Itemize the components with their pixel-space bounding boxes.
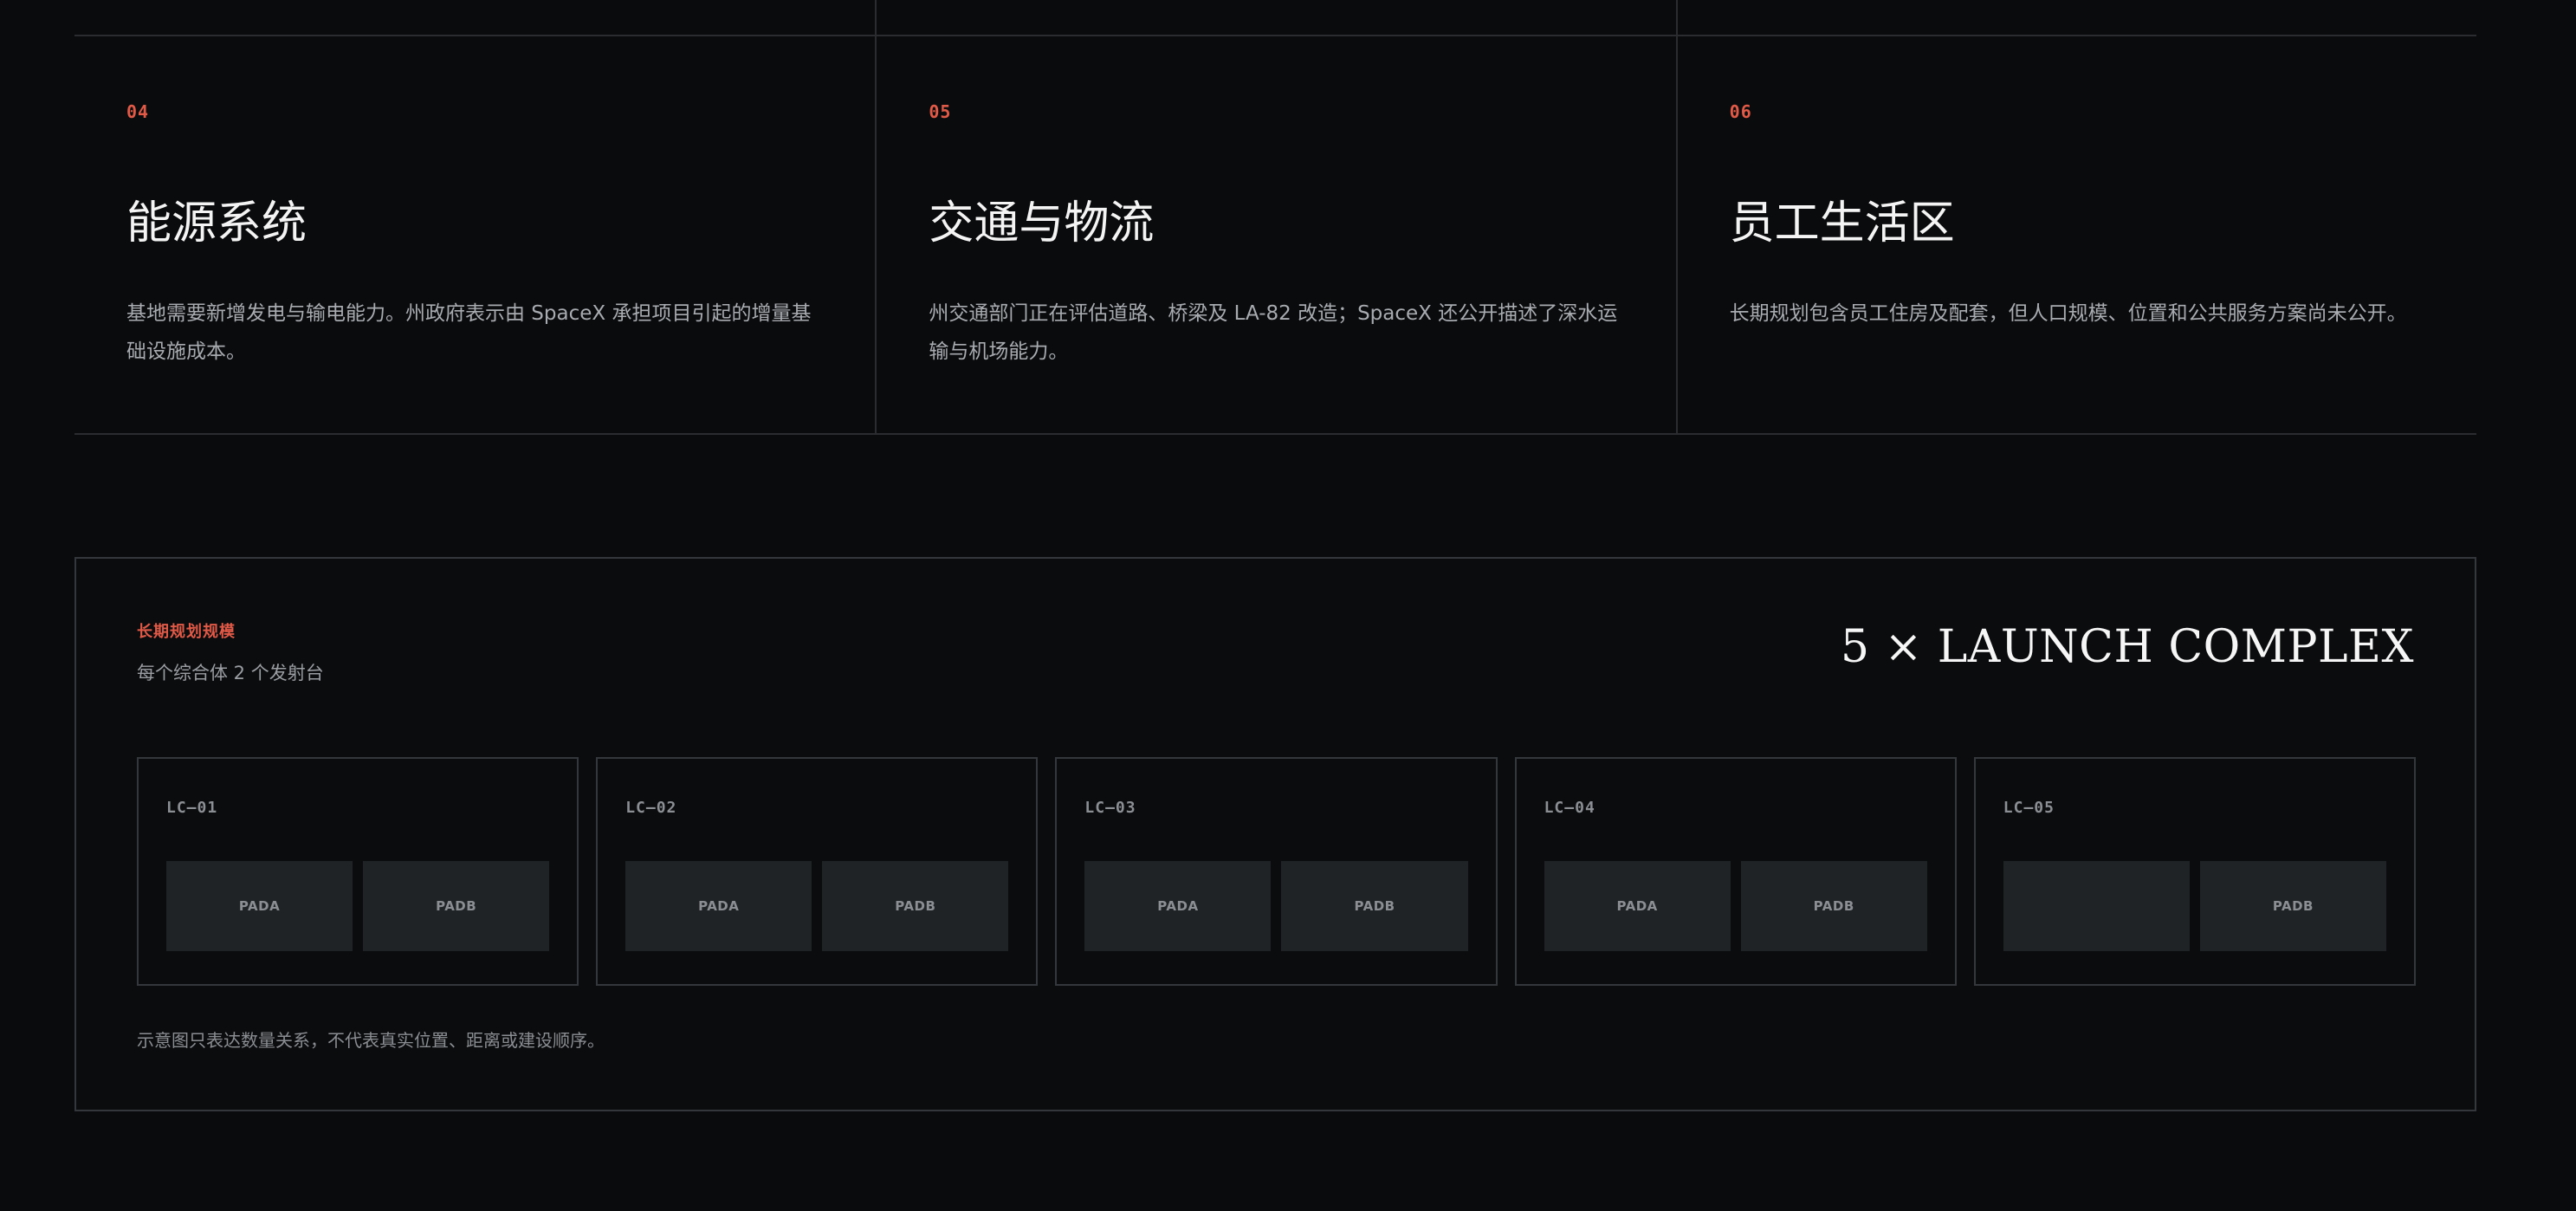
infrastructure-cards: 04 能源系统 基地需要新增发电与输电能力。州政府表示由 SpaceX 承担项目…	[74, 0, 2476, 435]
launch-pad: PADA	[1084, 861, 1272, 951]
launch-pad: PADB	[1281, 861, 1468, 951]
launch-complex-label: LC—03	[1084, 799, 1136, 817]
launch-pad: PADB	[1740, 861, 1927, 951]
long-term-scale-panel: 长期规划规模 每个综合体 2 个发射台 5 × LAUNCH COMPLEX L…	[74, 557, 2476, 1111]
card-energy: 04 能源系统 基地需要新增发电与输电能力。州政府表示由 SpaceX 承担项目…	[74, 0, 875, 435]
launch-complex: LC—03 PADA PADB	[1055, 757, 1498, 986]
launch-pad: PADB	[2199, 861, 2386, 951]
pad-group: PADB	[2003, 861, 2386, 951]
card-description: 长期规划包含员工住房及配套，但人口规模、位置和公共服务方案尚未公开。	[1729, 302, 2407, 325]
pad-group: PADA PADB	[625, 861, 1009, 951]
card-title: 交通与物流	[929, 198, 1155, 249]
launch-pad	[2003, 861, 2190, 951]
launch-pad: PADB	[363, 861, 550, 951]
card-description: 基地需要新增发电与输电能力。州政府表示由 SpaceX 承担项目引起的增量基础设…	[126, 302, 812, 363]
launch-pad: PADA	[1544, 861, 1731, 951]
pad-group: PADA PADB	[1544, 861, 1927, 951]
card-number: 05	[929, 101, 952, 122]
diagram-disclaimer: 示意图只表达数量关系，不代表真实位置、距离或建设顺序。	[137, 1030, 605, 1051]
pad-group: PADA PADB	[1084, 861, 1468, 951]
card-housing: 06 员工生活区 长期规划包含员工住房及配套，但人口规模、位置和公共服务方案尚未…	[1675, 0, 2476, 435]
launch-complex-diagram: LC—01 PADA PADB LC—02 PADA PADB LC—03 PA…	[137, 757, 2416, 986]
launch-complex: LC—02 PADA PADB	[596, 757, 1039, 986]
launch-complex-label: LC—01	[166, 799, 218, 817]
launch-pad: PADA	[625, 861, 812, 951]
launch-complex-label: LC—05	[2003, 799, 2055, 817]
panel-headline: 5 × LAUNCH COMPLEX	[1841, 621, 2414, 673]
card-number: 06	[1729, 101, 1752, 122]
pad-group: PADA PADB	[166, 861, 550, 951]
launch-complex: LC—01 PADA PADB	[137, 757, 579, 986]
card-title: 员工生活区	[1729, 198, 1955, 249]
card-transport: 05 交通与物流 州交通部门正在评估道路、桥梁及 LA-82 改造；SpaceX…	[875, 0, 1675, 435]
launch-complex-label: LC—02	[625, 799, 677, 817]
card-description: 州交通部门正在评估道路、桥梁及 LA-82 改造；SpaceX 还公开描述了深水…	[929, 302, 1618, 363]
launch-pad: PADB	[822, 861, 1009, 951]
panel-subtitle: 每个综合体 2 个发射台	[137, 663, 324, 683]
panel-eyebrow: 长期规划规模	[137, 623, 236, 641]
launch-complex: LC—05 PADB	[1973, 757, 2416, 986]
card-title: 能源系统	[126, 198, 307, 249]
launch-complex: LC—04 PADA PADB	[1514, 757, 1957, 986]
launch-pad: PADA	[166, 861, 353, 951]
launch-complex-label: LC—04	[1544, 799, 1595, 817]
card-number: 04	[126, 101, 150, 122]
